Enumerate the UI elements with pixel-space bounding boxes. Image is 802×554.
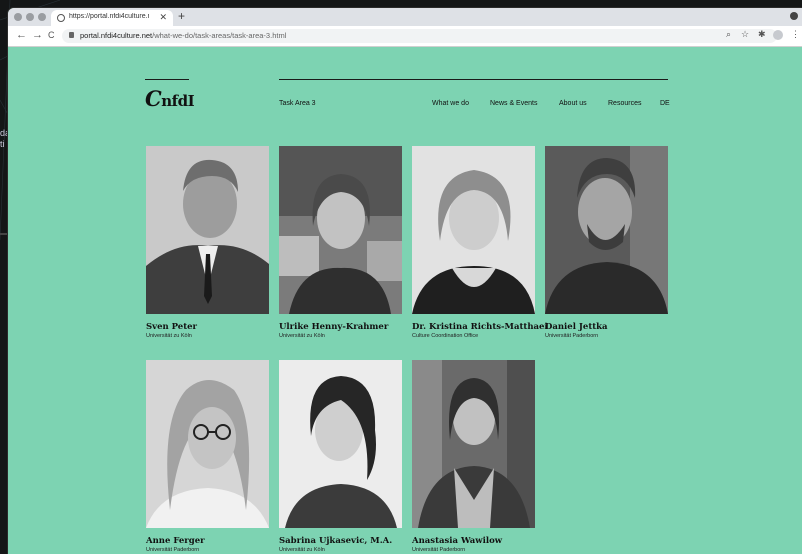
team-member-card[interactable]: Dr. Kristina Richts-Matthaei Culture Coo…	[412, 146, 548, 339]
minimize-window-button[interactable]	[26, 13, 34, 21]
address-bar[interactable]: portal.nfdi4culture.net/what-we-do/task-…	[62, 29, 777, 43]
logo-rule	[145, 79, 189, 80]
team-member-card[interactable]: Anastasia Wawilow Universität Paderborn	[412, 360, 535, 553]
portrait-photo	[279, 360, 402, 528]
team-member-card[interactable]: Sven Peter Universität zu Köln	[146, 146, 269, 339]
web-page: CnfdI Task Area 3 What we do News & Even…	[8, 47, 802, 554]
member-name: Sabrina Ujkasevic, M.A.	[279, 536, 393, 546]
nav-language-de[interactable]: DE	[660, 100, 670, 107]
back-button[interactable]: ←	[16, 29, 27, 41]
nav-about-us[interactable]: About us	[559, 100, 587, 107]
member-name: Dr. Kristina Richts-Matthaei	[412, 322, 548, 332]
site-logo[interactable]: CnfdI	[145, 86, 195, 111]
portrait-photo	[412, 146, 535, 314]
extensions-icon[interactable]: ✱	[758, 29, 766, 40]
tab-title: https://portal.nfdi4culture.net/	[69, 13, 149, 20]
team-member-card[interactable]: Ulrike Henny-Krahmer Universität zu Köln	[279, 146, 402, 339]
member-name: Daniel Jettka	[545, 322, 608, 332]
member-name: Ulrike Henny-Krahmer	[279, 322, 389, 332]
tab-strip: https://portal.nfdi4culture.net/ ✕ +	[8, 8, 802, 26]
nav-current-section[interactable]: Task Area 3	[279, 100, 316, 107]
member-name: Anastasia Wawilow	[412, 536, 503, 546]
member-affiliation: Universität Paderborn	[545, 333, 599, 339]
close-tab-icon[interactable]: ✕	[159, 12, 167, 23]
member-affiliation: Universität zu Köln	[279, 333, 325, 339]
globe-icon	[57, 14, 65, 22]
team-member-card[interactable]: Daniel Jettka Universität Paderborn	[545, 146, 668, 339]
portrait-photo	[545, 146, 668, 314]
nav-news-events[interactable]: News & Events	[490, 100, 537, 107]
portrait-photo	[146, 146, 269, 314]
member-affiliation: Universität zu Köln	[279, 547, 325, 553]
nav-what-we-do[interactable]: What we do	[432, 100, 469, 107]
team-member-card[interactable]: Anne Ferger Universität Paderborn	[146, 360, 269, 553]
browser-status-icon[interactable]	[790, 12, 798, 20]
portrait-photo	[146, 360, 269, 528]
member-name: Sven Peter	[146, 322, 198, 332]
portrait-photo	[279, 146, 402, 314]
nav-rule	[279, 79, 668, 80]
url-text[interactable]: portal.nfdi4culture.net/what-we-do/task-…	[80, 31, 286, 40]
browser-tab[interactable]: https://portal.nfdi4culture.net/ ✕	[51, 10, 173, 26]
member-affiliation: Culture Coordination Office	[412, 333, 479, 339]
kebab-menu-icon[interactable]: ⋮	[791, 29, 800, 40]
zoom-icon[interactable]: ⌕	[726, 29, 731, 40]
new-tab-button[interactable]: +	[178, 9, 185, 23]
forward-button[interactable]: →	[32, 29, 43, 41]
member-name: Anne Ferger	[146, 536, 205, 546]
close-window-button[interactable]	[14, 13, 22, 21]
profile-avatar-icon[interactable]	[773, 30, 783, 40]
team-member-card[interactable]: Sabrina Ujkasevic, M.A. Universität zu K…	[279, 360, 402, 553]
nav-resources[interactable]: Resources	[608, 100, 641, 107]
browser-window: https://portal.nfdi4culture.net/ ✕ + ← →…	[8, 8, 802, 554]
reload-button[interactable]: C	[48, 30, 55, 40]
member-affiliation: Universität Paderborn	[146, 547, 200, 553]
maximize-window-button[interactable]	[38, 13, 46, 21]
lock-icon	[69, 32, 74, 38]
member-affiliation: Universität zu Köln	[146, 333, 192, 339]
portrait-photo	[412, 360, 535, 528]
star-icon[interactable]: ☆	[741, 29, 749, 40]
member-affiliation: Universität Paderborn	[412, 547, 466, 553]
browser-toolbar: ← → C portal.nfdi4culture.net/what-we-do…	[8, 26, 802, 47]
